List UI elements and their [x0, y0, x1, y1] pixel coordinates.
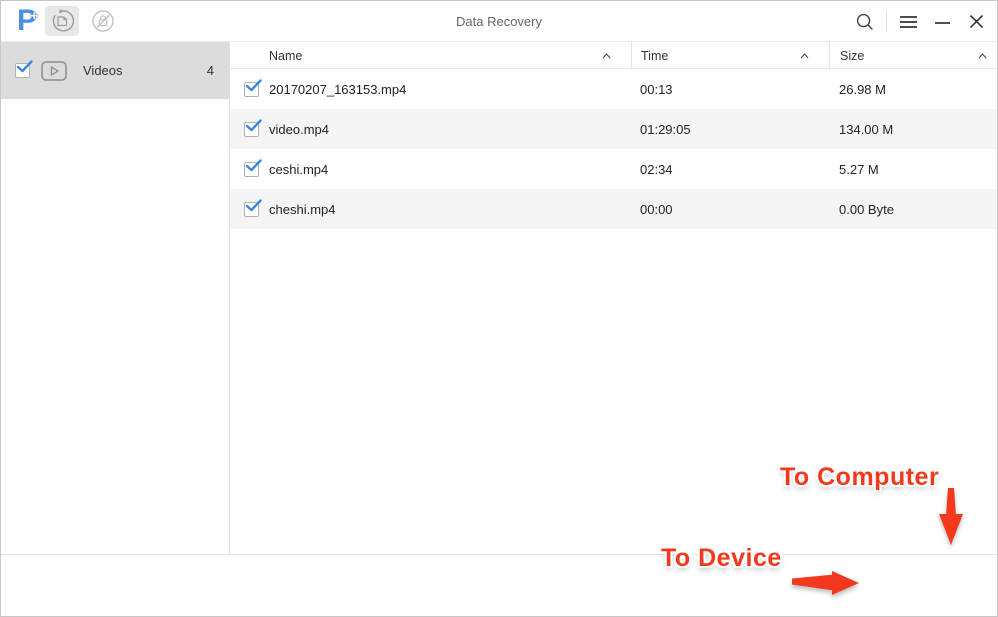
- sort-caret-icon: [978, 53, 987, 59]
- minimize-icon: [935, 15, 950, 29]
- checkmark-icon: [17, 60, 33, 73]
- file-size: 26.98 M: [839, 82, 886, 97]
- row-checkbox[interactable]: [244, 82, 259, 97]
- page-title: Data Recovery: [1, 14, 997, 29]
- close-icon: [970, 15, 983, 28]
- column-header-time[interactable]: Time: [631, 42, 829, 69]
- sidebar-item-label: Videos: [83, 63, 123, 78]
- column-header-size[interactable]: Size: [829, 42, 998, 69]
- controls-divider: [886, 12, 887, 32]
- checkmark-icon: [246, 79, 262, 92]
- file-name: video.mp4: [269, 122, 329, 137]
- sort-caret-icon: [800, 53, 809, 59]
- row-checkbox[interactable]: [244, 122, 259, 137]
- column-label: Time: [641, 49, 668, 63]
- sidebar-item-count: 4: [207, 63, 214, 78]
- window-controls: [852, 1, 989, 42]
- column-header-name[interactable]: Name: [230, 42, 631, 69]
- title-bar: P + Data Recovery: [1, 1, 997, 42]
- minimize-button[interactable]: [929, 9, 955, 35]
- video-icon: [41, 61, 67, 81]
- app-window: P + Data Recovery: [0, 0, 998, 617]
- sort-caret-icon: [602, 53, 611, 59]
- checkmark-icon: [246, 119, 262, 132]
- sidebar-item-videos[interactable]: Videos 4: [1, 42, 229, 99]
- menu-button[interactable]: [895, 9, 921, 35]
- row-checkbox[interactable]: [244, 202, 259, 217]
- annotation-arrow-right-icon: [792, 569, 860, 597]
- search-button[interactable]: [852, 9, 878, 35]
- annotation-arrow-down-icon: [937, 488, 965, 546]
- file-size: 5.27 M: [839, 162, 879, 177]
- table-row[interactable]: cheshi.mp4 00:00 0.00 Byte: [230, 189, 998, 229]
- videos-checkbox[interactable]: [15, 63, 30, 78]
- file-time: 02:34: [640, 162, 673, 177]
- row-checkbox[interactable]: [244, 162, 259, 177]
- column-label: Name: [269, 49, 302, 63]
- annotation-to-device: To Device: [661, 544, 782, 573]
- file-time: 00:13: [640, 82, 673, 97]
- checkmark-icon: [246, 159, 262, 172]
- menu-icon: [900, 15, 917, 29]
- annotation-to-computer: To Computer: [780, 463, 939, 492]
- file-name: cheshi.mp4: [269, 202, 335, 217]
- file-size: 0.00 Byte: [839, 202, 894, 217]
- search-icon: [855, 12, 875, 32]
- table-row[interactable]: ceshi.mp4 02:34 5.27 M: [230, 149, 998, 189]
- file-name: ceshi.mp4: [269, 162, 328, 177]
- table-row[interactable]: 20170207_163153.mp4 00:13 26.98 M: [230, 69, 998, 109]
- checkmark-icon: [246, 199, 262, 212]
- file-size: 134.00 M: [839, 122, 893, 137]
- table-row[interactable]: video.mp4 01:29:05 134.00 M: [230, 109, 998, 149]
- sidebar: Videos 4: [1, 42, 230, 554]
- column-label: Size: [840, 49, 864, 63]
- close-button[interactable]: [963, 9, 989, 35]
- file-time: 01:29:05: [640, 122, 691, 137]
- table-header: Name Time Size: [230, 42, 998, 69]
- file-name: 20170207_163153.mp4: [269, 82, 406, 97]
- file-time: 00:00: [640, 202, 673, 217]
